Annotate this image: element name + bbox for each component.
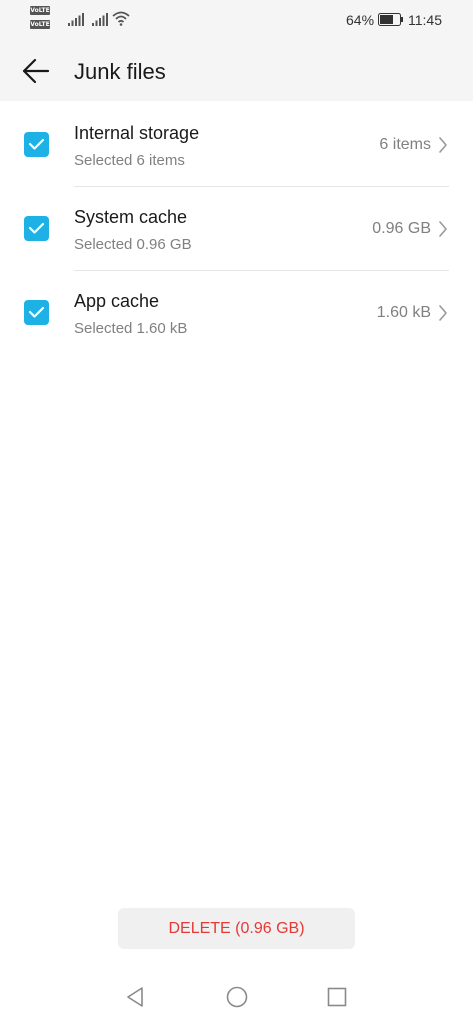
checkmark-icon (28, 222, 45, 234)
nav-recents-button[interactable] (325, 985, 349, 1009)
item-title: Internal storage (74, 123, 200, 143)
item-value: 1.60 kB (376, 304, 431, 321)
triangle-back-icon (127, 987, 143, 1007)
delete-button[interactable]: DELETE (0.96 GB) (118, 908, 355, 949)
checkbox-internal-storage[interactable] (24, 132, 49, 157)
chevron-right-icon (439, 221, 447, 237)
status-bar: VoLTE VoLTE 64% 11:45 (0, 0, 473, 40)
chevron-right-icon (439, 137, 447, 153)
volte-icon: VoLTE VoLTE (30, 6, 58, 32)
checkbox-system-cache[interactable] (24, 216, 49, 241)
header-area: VoLTE VoLTE 64% 11:45 Junk files (0, 0, 473, 101)
battery-icon (378, 13, 403, 26)
item-value: 6 items (379, 136, 431, 153)
list-item-app-cache[interactable]: App cache Selected 1.60 kB 1.60 kB (0, 269, 473, 353)
nav-back-button[interactable] (124, 985, 148, 1009)
arrow-left-icon (22, 58, 50, 84)
square-recents-icon (327, 987, 347, 1007)
list-item-system-cache[interactable]: System cache Selected 0.96 GB 0.96 GB (0, 185, 473, 269)
battery-percent: 64% (346, 12, 375, 28)
item-title: System cache (74, 207, 188, 227)
checkbox-app-cache[interactable] (24, 300, 49, 325)
item-value: 0.96 GB (372, 220, 431, 237)
item-subtitle: Selected 1.60 kB (74, 320, 188, 337)
wifi-icon (112, 11, 130, 26)
item-subtitle: Selected 6 items (74, 152, 185, 169)
item-subtitle: Selected 0.96 GB (74, 236, 192, 253)
nav-home-button[interactable] (225, 985, 249, 1009)
signal-strength-icon (68, 13, 84, 26)
checkmark-icon (28, 306, 45, 318)
list-item-internal-storage[interactable]: Internal storage Selected 6 items 6 item… (0, 101, 473, 185)
checkmark-icon (28, 138, 45, 150)
volte-badge-1: VoLTE (30, 6, 50, 15)
chevron-right-icon (439, 305, 447, 321)
signal-strength-icon-2 (92, 13, 108, 26)
clock: 11:45 (408, 12, 442, 28)
back-button[interactable] (18, 53, 54, 89)
item-title: App cache (74, 291, 160, 311)
page-title: Junk files (74, 59, 166, 84)
circle-home-icon (226, 986, 248, 1008)
volte-badge-2: VoLTE (30, 20, 50, 29)
